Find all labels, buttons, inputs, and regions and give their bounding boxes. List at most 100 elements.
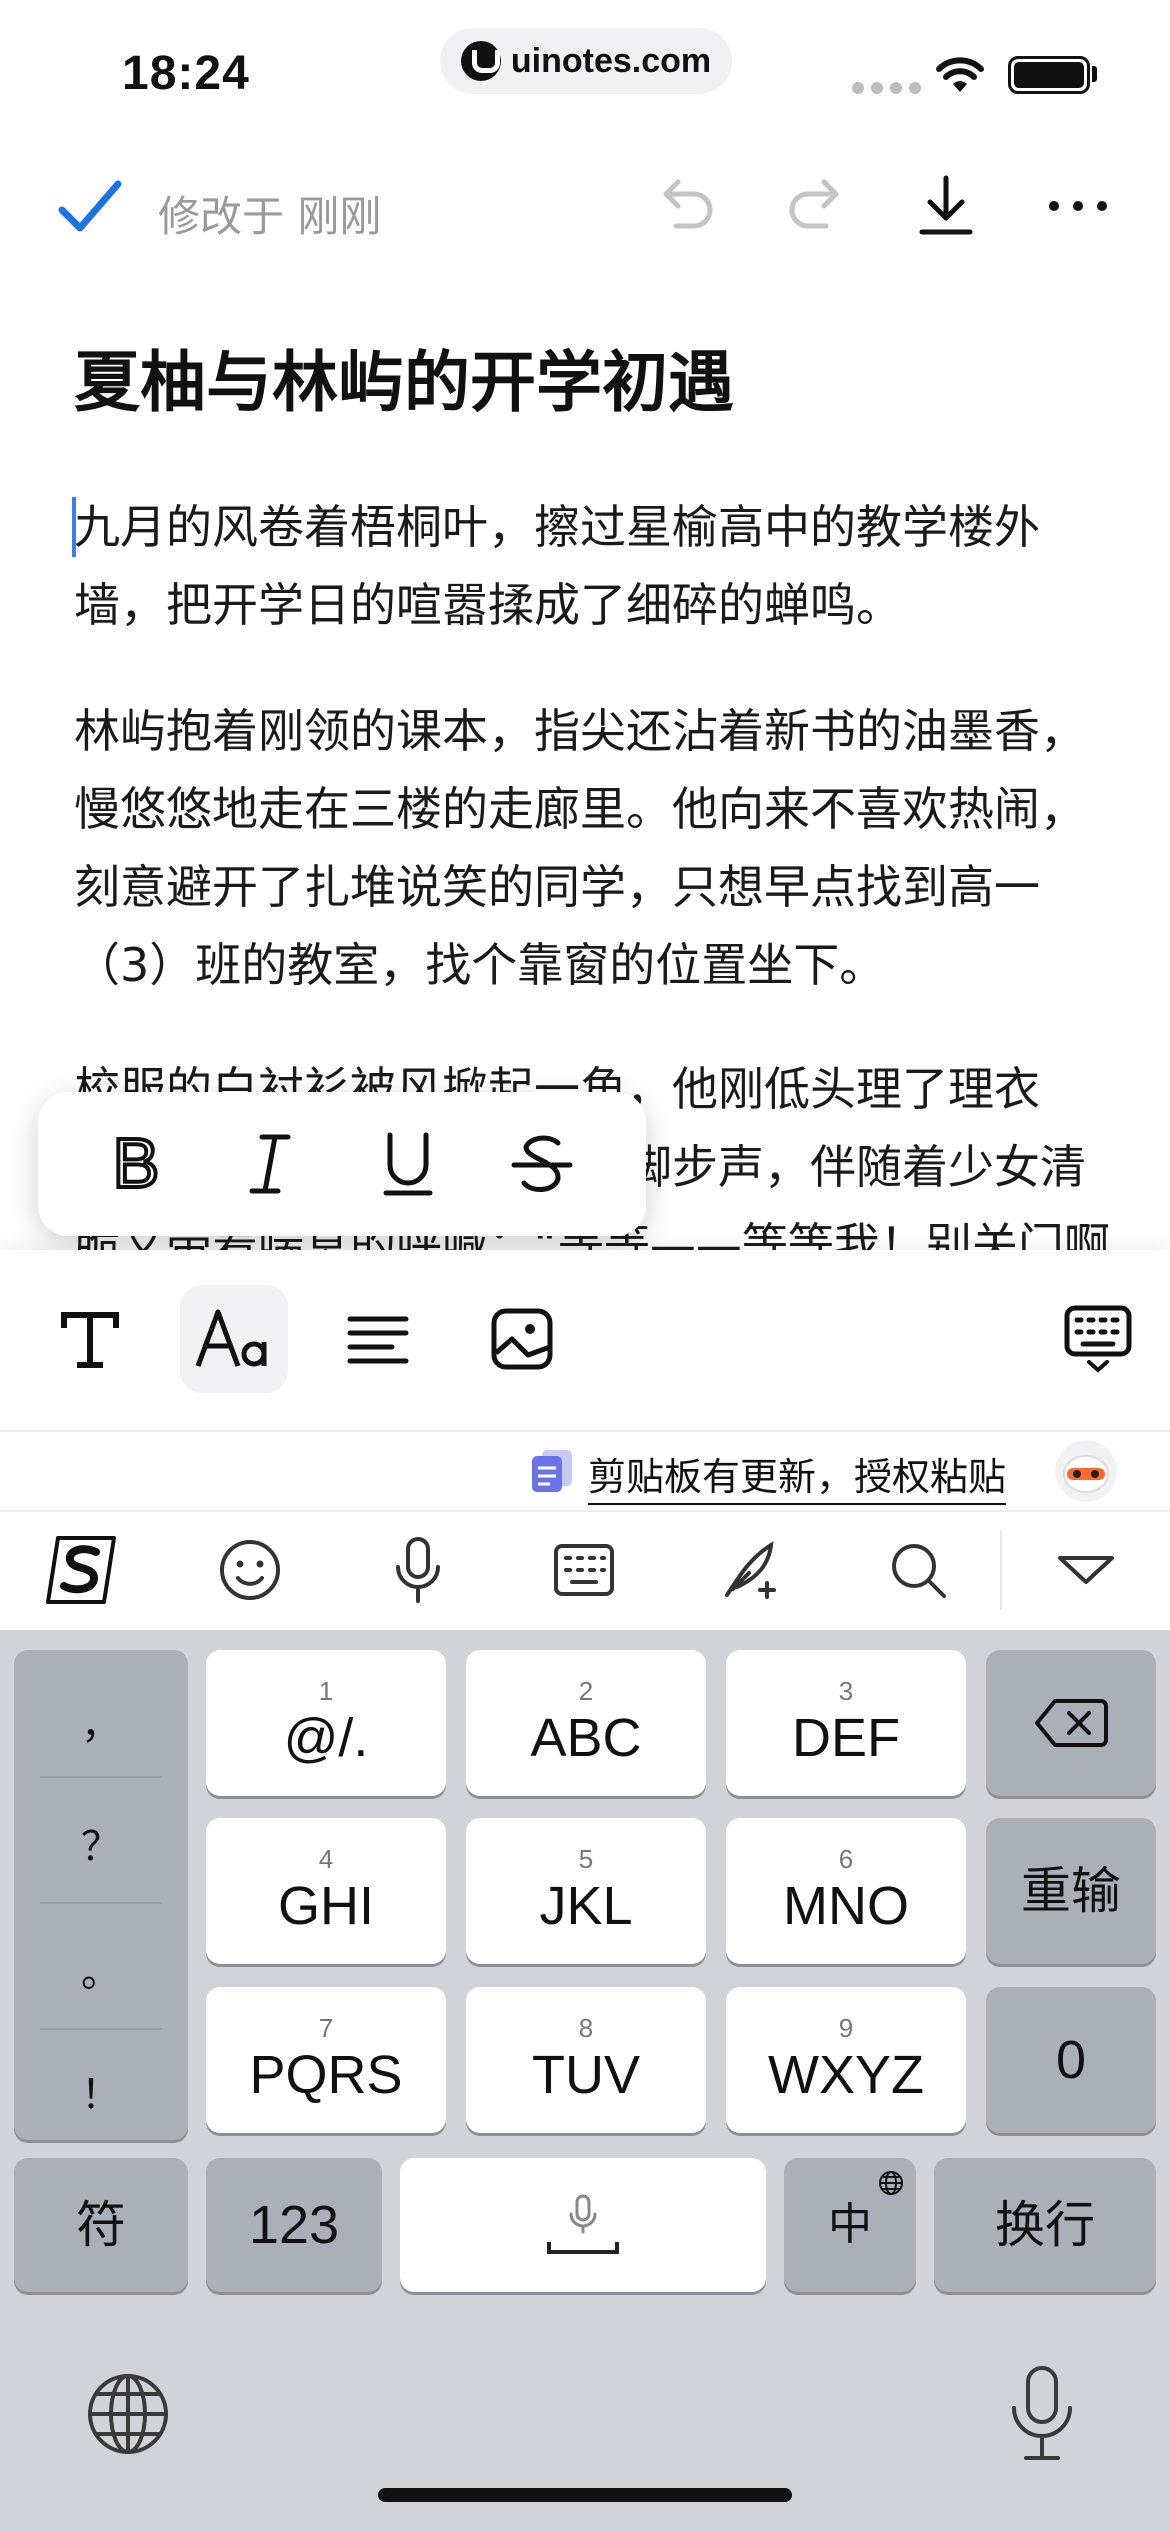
clipboard-paste-link[interactable]: 剪贴板有更新，授权粘贴 [588,1446,1007,1505]
keyboard-switch-button[interactable] [544,1530,624,1610]
backspace-icon [1035,1699,1108,1747]
key-label: 123 [248,2195,340,2255]
punct-period-key[interactable]: 。 [14,1908,188,2030]
format-tool-sheet [0,1250,1170,1430]
punct-separator [40,1776,162,1778]
key-4[interactable]: 4 GHI [206,1818,446,1964]
strikethrough-icon [511,1135,573,1192]
battery-icon [1008,56,1090,94]
clipboard-icon [532,1450,572,1492]
punct-separator [40,1902,162,1904]
bold-button[interactable]: B [94,1122,178,1206]
emoji-button[interactable] [210,1530,290,1610]
key-number: 8 [578,2013,594,2043]
strikethrough-button[interactable] [500,1122,584,1206]
key-label: @/. [283,1708,369,1768]
download-icon[interactable] [912,172,980,240]
chinese-mode-key[interactable]: 中 [784,2158,916,2292]
underline-button[interactable] [366,1122,450,1206]
key-0[interactable]: 0 [986,1987,1156,2133]
key-label: 重输 [1021,1862,1121,1920]
dictation-mic-icon[interactable] [1004,2364,1080,2464]
voice-input-button[interactable] [378,1530,458,1610]
search-button[interactable] [878,1530,958,1610]
hide-keyboard-button[interactable] [1044,1285,1152,1393]
key-3[interactable]: 3 DEF [726,1650,966,1796]
handwriting-button[interactable] [712,1530,792,1610]
wifi-icon [936,57,984,92]
key-number: 4 [318,1844,334,1874]
paragraph-2[interactable]: 林屿抱着刚领的课本，指尖还沾着新书的油墨香，慢悠悠地走在三楼的走廊里。他向来不喜… [74,692,1114,1004]
document-title[interactable]: 夏柚与林屿的开学初遇 [74,340,734,426]
key-9[interactable]: 9 WXYZ [726,1987,966,2133]
key-5[interactable]: 5 JKL [466,1818,706,1964]
italic-button[interactable] [228,1122,312,1206]
text-style-icon [61,1312,119,1368]
key-number: 7 [318,2013,334,2043]
quill-icon [725,1541,776,1599]
keyboard-icon [1064,1305,1132,1373]
key-label: 符 [76,2196,126,2254]
key-label: MNO [783,1876,909,1936]
backspace-key[interactable] [986,1650,1156,1796]
key-8[interactable]: 8 TUV [466,1987,706,2133]
url-pill[interactable]: uinotes.com [440,28,732,94]
key-number: 1 [318,1676,334,1706]
key-number: 9 [838,2013,854,2043]
align-icon [347,1316,409,1364]
battery-tip [1092,66,1097,82]
bold-icon: B [111,1129,162,1199]
svg-text:B: B [113,1129,160,1199]
ime-toolbar-divider [1000,1530,1002,1610]
space-mic-icon [547,2194,619,2254]
key-1[interactable]: 1 @/. [206,1650,446,1796]
microphone-icon [396,1537,440,1603]
punct-comma-key[interactable]: ， [14,1660,188,1782]
ime-mascot-icon[interactable] [1055,1440,1117,1502]
keyboard-layout-icon [554,1544,614,1596]
font-icon [195,1309,267,1367]
check-icon[interactable] [58,178,122,238]
image-button[interactable] [468,1285,576,1393]
key-label: ABC [530,1708,642,1768]
sogou-logo-icon [46,1536,116,1604]
punct-question-key[interactable]: ？ [14,1782,188,1904]
key-label: JKL [539,1876,633,1936]
key-label: DEF [792,1708,900,1768]
text-style-button[interactable] [36,1285,144,1393]
symbols-key[interactable]: 符 [14,2158,188,2292]
more-icon[interactable] [1044,172,1112,240]
enter-key[interactable]: 换行 [934,2158,1156,2292]
font-button[interactable] [180,1285,288,1393]
globe-icon[interactable] [86,2372,170,2456]
key-7[interactable]: 7 PQRS [206,1987,446,2133]
italic-icon [249,1134,291,1194]
align-button[interactable] [324,1285,432,1393]
key-label: 0 [1055,2030,1087,2090]
modified-status: 修改于 刚刚 [158,192,382,241]
key-label: 换行 [995,2196,1095,2254]
collapse-keyboard-button[interactable] [1046,1530,1126,1610]
key-number: 3 [838,1676,854,1706]
site-logo-icon [460,41,501,81]
underline-icon [383,1132,433,1196]
key-6[interactable]: 6 MNO [726,1818,966,1964]
key-number: 5 [578,1844,594,1874]
reinput-key[interactable]: 重输 [986,1818,1156,1964]
status-bar: 18:24 uinotes.com [0,0,1170,140]
key-2[interactable]: 2 ABC [466,1650,706,1796]
punct-exclaim-key[interactable]: ！ [14,2030,188,2152]
sogou-logo-button[interactable] [44,1530,124,1610]
emoji-icon [220,1540,280,1600]
key-number: 2 [578,1676,594,1706]
undo-icon[interactable] [652,172,720,240]
key-label: 中 [828,2199,872,2250]
space-key[interactable] [400,2158,766,2292]
paragraph-1[interactable]: 九月的风卷着梧桐叶，擦过星榆高中的教学楼外墙，把开学日的喧嚣揉成了细碎的蝉鸣。 [74,488,1114,644]
home-indicator[interactable] [378,2488,792,2502]
status-time: 18:24 [122,47,250,100]
numbers-key[interactable]: 123 [206,2158,382,2292]
search-icon [892,1544,946,1598]
redo-icon[interactable] [782,172,850,240]
key-label: WXYZ [768,2045,924,2105]
